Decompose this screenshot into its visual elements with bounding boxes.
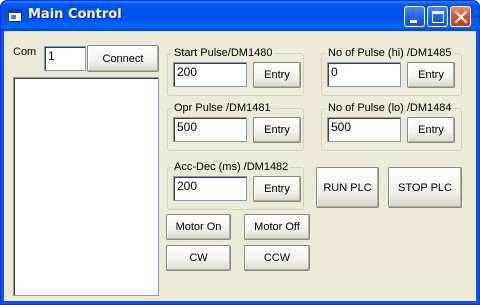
start-pulse-entry-button[interactable]: Entry <box>253 62 301 88</box>
cw-button[interactable]: CW <box>166 245 231 271</box>
pulse-hi-input[interactable]: 0 <box>327 62 401 87</box>
pulse-lo-entry-button[interactable]: Entry <box>407 117 455 143</box>
stop-plc-button[interactable]: STOP PLC <box>388 167 462 208</box>
ccw-button[interactable]: CCW <box>244 245 310 271</box>
com-port-input[interactable]: 1 <box>44 46 86 71</box>
start-pulse-title: Start Pulse/DM1480 <box>172 47 275 59</box>
acc-dec-title: Acc-Dec (ms) /DM1482 <box>172 161 291 173</box>
pulse-hi-group: No of Pulse (hi) /DM1485 0 Entry <box>321 47 462 96</box>
pulse-hi-entry-button[interactable]: Entry <box>407 62 455 88</box>
minimize-icon <box>410 20 417 23</box>
start-pulse-group: Start Pulse/DM1480 200 Entry <box>167 47 304 96</box>
window-title: Main Control <box>28 7 122 22</box>
acc-dec-group: Acc-Dec (ms) /DM1482 200 Entry <box>167 161 304 210</box>
opr-pulse-title: Opr Pulse /DM1481 <box>172 102 273 114</box>
output-list[interactable] <box>13 77 159 296</box>
maximize-button[interactable] <box>427 6 448 27</box>
minimize-button[interactable] <box>404 6 425 27</box>
run-plc-button[interactable]: RUN PLC <box>316 167 379 208</box>
close-button[interactable] <box>450 6 471 27</box>
title-bar[interactable]: Main Control <box>1 1 479 31</box>
acc-dec-entry-button[interactable]: Entry <box>253 176 301 202</box>
connect-button[interactable]: Connect <box>87 45 159 72</box>
acc-dec-input[interactable]: 200 <box>173 176 247 201</box>
pulse-lo-input[interactable]: 500 <box>327 117 401 142</box>
client-area: Com 1 Connect Start Pulse/DM1480 200 Ent… <box>4 31 476 301</box>
motor-on-button[interactable]: Motor On <box>166 214 231 240</box>
opr-pulse-entry-button[interactable]: Entry <box>253 117 301 143</box>
app-icon <box>8 9 22 22</box>
pulse-lo-title: No of Pulse (lo) /DM1484 <box>326 102 454 114</box>
opr-pulse-input[interactable]: 500 <box>173 117 247 142</box>
main-control-window: Main Control Com 1 Connect Start Pulse/D… <box>0 0 480 305</box>
pulse-lo-group: No of Pulse (lo) /DM1484 500 Entry <box>321 102 462 151</box>
close-icon <box>454 10 468 24</box>
com-label: Com <box>13 46 37 58</box>
pulse-hi-title: No of Pulse (hi) /DM1485 <box>326 47 454 59</box>
motor-off-button[interactable]: Motor Off <box>244 214 310 240</box>
maximize-icon <box>432 11 444 23</box>
start-pulse-input[interactable]: 200 <box>173 62 247 87</box>
opr-pulse-group: Opr Pulse /DM1481 500 Entry <box>167 102 304 151</box>
